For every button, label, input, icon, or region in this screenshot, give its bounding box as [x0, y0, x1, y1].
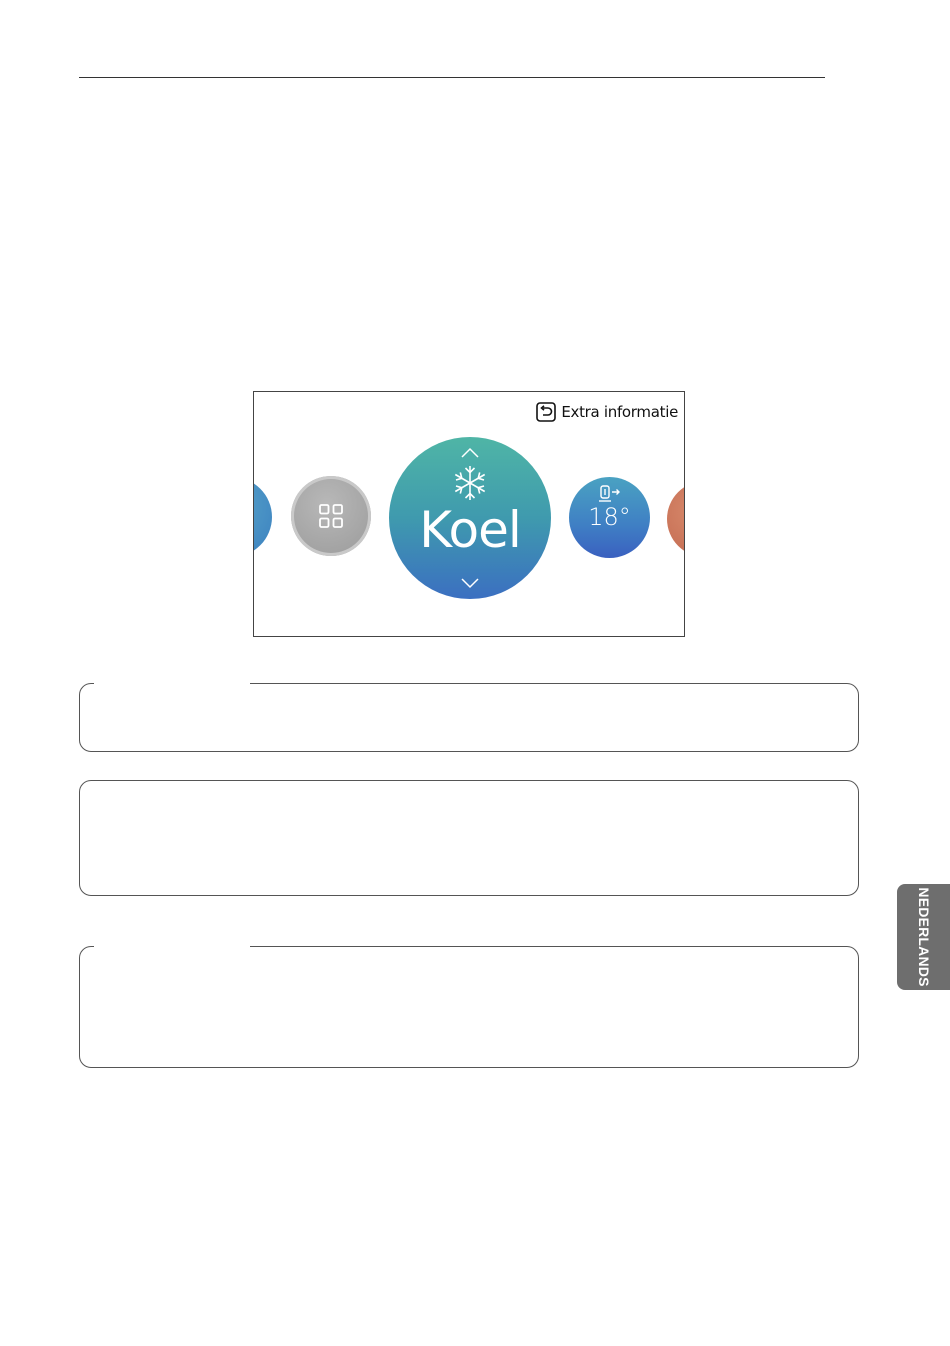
water-temperature-button[interactable]: 18°: [569, 477, 650, 558]
language-tab: NEDERLANDS: [897, 884, 950, 990]
temperature-value: 18°: [588, 503, 631, 531]
menu-button[interactable]: [291, 476, 371, 556]
extra-info-button[interactable]: Extra informatie: [536, 401, 678, 423]
chevron-up-icon[interactable]: [460, 447, 480, 459]
note-tab: [94, 945, 250, 949]
snowflake-icon: [454, 466, 486, 500]
header-rule: [79, 77, 825, 78]
grid-menu-icon: [319, 504, 343, 528]
extra-info-label: Extra informatie: [561, 403, 678, 421]
mode-label: Koel: [419, 501, 522, 559]
device-screen: Extra informatie Koel 18°: [253, 391, 685, 637]
chevron-down-icon[interactable]: [460, 577, 480, 589]
carousel-next-item[interactable]: [667, 481, 684, 557]
carousel-prev-item[interactable]: [254, 477, 272, 557]
back-arrow-icon: [536, 402, 557, 422]
note-tab: [94, 682, 250, 686]
water-temp-icon: [598, 485, 620, 502]
note-box: [79, 682, 859, 752]
note-box: [79, 945, 859, 1068]
note-box: [79, 780, 859, 896]
language-label: NEDERLANDS: [915, 887, 932, 987]
mode-selector[interactable]: Koel: [389, 437, 551, 599]
